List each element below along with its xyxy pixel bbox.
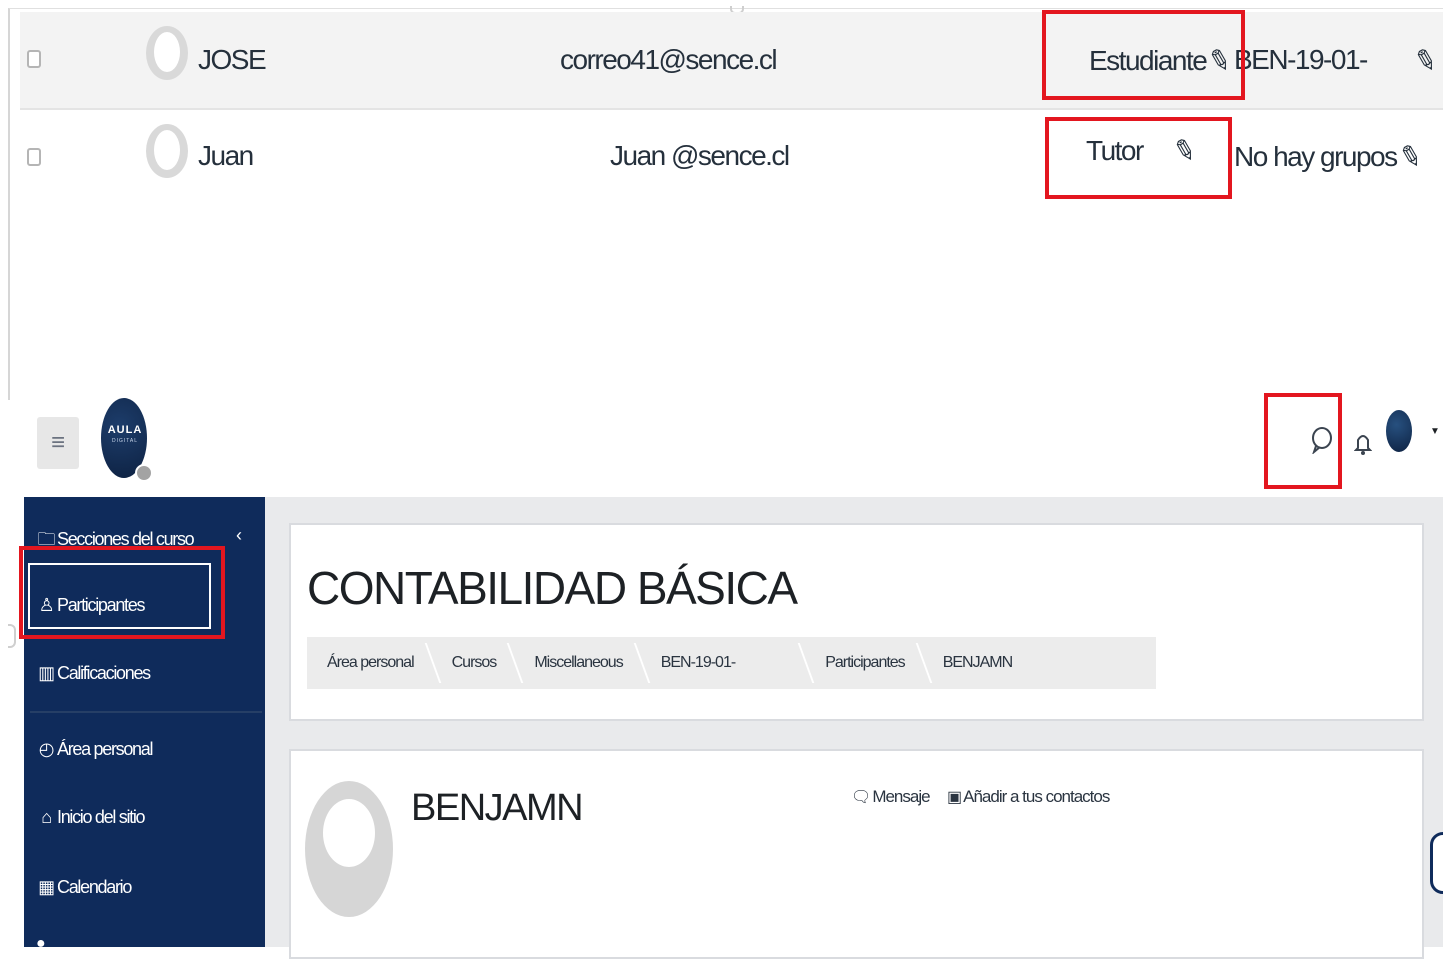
highlight-box-messages: [1264, 393, 1342, 489]
sidebar-item-label: Área personal: [57, 739, 153, 759]
sidebar-item-calificaciones[interactable]: ▥ Calificaciones: [36, 663, 151, 684]
drawer-handle[interactable]: [8, 624, 16, 648]
breadcrumb-item[interactable]: Área personal: [307, 637, 432, 689]
participant-email: correo41@sence.cl: [560, 44, 778, 75]
more-nav-icon[interactable]: ●: [36, 935, 46, 953]
participant-name[interactable]: Juan: [198, 140, 254, 172]
edit-group-pencil-icon[interactable]: ✎: [1395, 138, 1425, 176]
logo-badge: [135, 464, 153, 482]
group-label: BEN-19-01-: [1234, 44, 1368, 75]
sidebar-divider: [30, 711, 262, 713]
participant-avatar: [146, 124, 188, 188]
site-logo[interactable]: AULA DIGITAL: [101, 398, 153, 484]
sidebar-item-label: Inicio del sitio: [57, 807, 146, 827]
breadcrumb-item[interactable]: Miscellaneous: [514, 637, 640, 689]
message-icon: 🗨: [851, 789, 871, 806]
participant-name[interactable]: JOSE: [198, 44, 267, 76]
highlight-box-participantes: [19, 546, 225, 639]
user-menu-caret-icon[interactable]: ▼: [1430, 426, 1440, 437]
dashboard-icon: ◴: [38, 739, 55, 759]
row-select-checkbox[interactable]: [27, 50, 41, 68]
sidebar-item-inicio[interactable]: ⌂ Inicio del sitio: [36, 807, 146, 828]
breadcrumb-current: BENJAMN: [942, 654, 1013, 671]
highlight-box-role-student: [1042, 10, 1245, 100]
participant-email: Juan @sence.cl: [610, 140, 790, 171]
collapse-chevron-icon[interactable]: ‹: [236, 525, 242, 546]
profile-card: BENJAMN 🗨 Mensaje ▣ Añadir a tus contactos: [289, 749, 1424, 959]
message-label: Mensaje: [872, 787, 930, 806]
profile-name: BENJAMN: [411, 787, 584, 829]
participant-group: No hay grupos✎: [1234, 139, 1424, 175]
bell-icon[interactable]: [1353, 430, 1373, 462]
group-label: No hay grupos: [1234, 141, 1398, 172]
sidebar-item-area-personal[interactable]: ◴ Área personal: [36, 739, 154, 760]
breadcrumb-item[interactable]: Cursos: [432, 637, 515, 689]
add-contact-label: Añadir a tus contactos: [963, 787, 1110, 806]
menu-toggle-button[interactable]: ≡: [37, 417, 79, 469]
course-header-card: CONTABILIDAD BÁSICA Área personal Cursos…: [289, 523, 1424, 721]
participant-group: BEN-19-01-: [1234, 44, 1368, 76]
edit-group-pencil-icon[interactable]: ✎: [1410, 42, 1440, 80]
message-button[interactable]: 🗨 Mensaje: [851, 787, 931, 807]
breadcrumb-item[interactable]: Participantes: [805, 637, 923, 689]
user-menu-avatar[interactable]: [1386, 410, 1412, 452]
course-title: CONTABILIDAD BÁSICA: [307, 562, 798, 614]
sidebar-item-label: Calendario: [57, 877, 132, 897]
breadcrumb: Área personal Cursos Miscellaneous BEN-1…: [307, 637, 1156, 689]
add-contact-button[interactable]: ▣ Añadir a tus contactos: [947, 787, 1110, 807]
profile-avatar: [305, 781, 393, 921]
sidebar-item-calendario[interactable]: ▦ Calendario: [36, 877, 132, 898]
logo-subtext: DIGITAL: [111, 438, 139, 444]
sidebar-item-label: Calificaciones: [57, 663, 151, 683]
row-select-checkbox[interactable]: [27, 148, 41, 166]
grades-icon: ▥: [38, 663, 55, 683]
address-book-icon: ▣: [947, 789, 962, 806]
participant-avatar: [146, 26, 188, 90]
logo-text: AULA: [107, 424, 143, 436]
calendar-icon: ▦: [38, 877, 55, 897]
home-icon: ⌂: [41, 807, 52, 827]
highlight-box-role-tutor: [1045, 117, 1232, 199]
drawer-toggle-button[interactable]: [1430, 832, 1443, 894]
breadcrumb-item[interactable]: BEN-19-01-: [641, 637, 805, 689]
